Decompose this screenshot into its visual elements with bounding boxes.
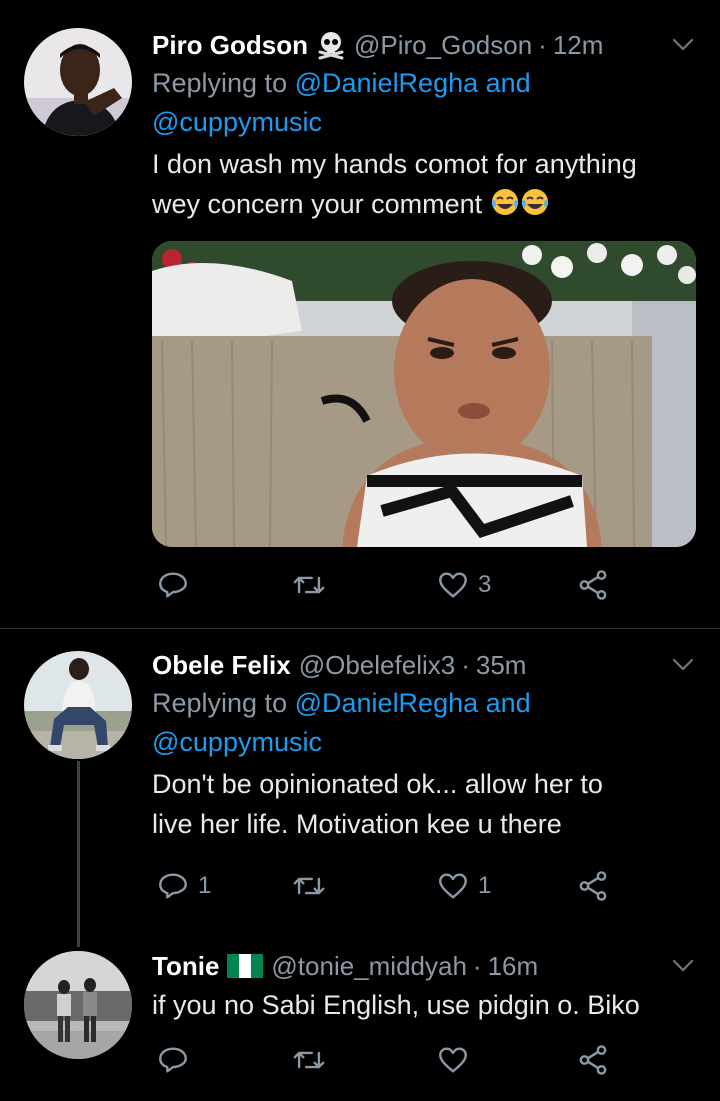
- retweet-icon: [293, 576, 325, 594]
- reply-icon: [159, 1047, 187, 1073]
- heart-icon: [439, 572, 467, 598]
- share-button[interactable]: [576, 1043, 610, 1077]
- reply-button[interactable]: [156, 568, 198, 602]
- tweet-obele-felix[interactable]: Obele Felix @Obelefelix3 · 35m Replying …: [0, 629, 720, 949]
- tweet-actions: [152, 1043, 622, 1079]
- share-icon: [579, 570, 607, 600]
- tweet-tonie[interactable]: Tonie @tonie_middyah · 16m if you no Sab…: [0, 949, 720, 1101]
- avatar[interactable]: [24, 951, 132, 1059]
- display-name[interactable]: Obele Felix: [152, 648, 291, 682]
- like-button[interactable]: 1: [436, 869, 491, 903]
- reply-mention-1[interactable]: @DanielRegha: [295, 68, 479, 98]
- heart-icon: [439, 1047, 467, 1073]
- nigeria-flag-icon: [227, 954, 264, 978]
- separator: ·: [472, 951, 482, 981]
- like-count: 3: [478, 571, 492, 598]
- reply-count: 1: [198, 872, 212, 899]
- reply-button[interactable]: 1: [156, 869, 211, 903]
- timestamp[interactable]: 16m: [488, 949, 539, 983]
- tweet-text: Don't be opinionated ok... allow her to …: [152, 764, 696, 844]
- display-name[interactable]: Tonie: [152, 949, 219, 983]
- tweet-piro-godson[interactable]: Piro Godson @Piro_Godson · 12m Replying …: [0, 0, 720, 628]
- chevron-down-icon[interactable]: [670, 32, 696, 58]
- reply-mention-1[interactable]: @DanielRegha: [295, 688, 479, 718]
- tweet-header: Obele Felix @Obelefelix3 · 35m: [152, 648, 696, 682]
- share-button[interactable]: [576, 869, 610, 903]
- retweet-button[interactable]: [292, 1043, 326, 1077]
- replying-to: Replying to @DanielRegha and @cuppymusic: [152, 64, 696, 142]
- thread-connector: [77, 761, 80, 947]
- tweet-text-line-2: wey concern your comment: [152, 184, 696, 224]
- tweet-text: if you no Sabi English, use pidgin o. Bi…: [152, 985, 696, 1025]
- reply-and[interactable]: and: [486, 68, 531, 98]
- reply-button[interactable]: [156, 1043, 190, 1077]
- tweet-photo[interactable]: [152, 241, 696, 547]
- tweet-text-line: I don wash my hands comot for anything: [152, 149, 637, 179]
- user-handle[interactable]: @Obelefelix3: [299, 648, 455, 682]
- user-handle[interactable]: @tonie_middyah: [271, 949, 467, 983]
- retweet-button[interactable]: [292, 869, 326, 903]
- tweet-text: I don wash my hands comot for anything w…: [152, 144, 696, 224]
- share-icon: [579, 871, 607, 901]
- reply-icon: [159, 572, 187, 598]
- retweet-button[interactable]: [292, 568, 326, 602]
- tweet-text-line: if you no Sabi English, use pidgin o. Bi…: [152, 990, 640, 1020]
- tweet-header: Tonie @tonie_middyah · 16m: [152, 949, 696, 983]
- like-count: 1: [478, 872, 492, 899]
- tweet-actions: 3: [152, 568, 622, 604]
- replying-to-label: Replying to: [152, 68, 288, 98]
- chevron-down-icon[interactable]: [670, 953, 696, 979]
- retweet-icon: [293, 1051, 325, 1069]
- reply-and[interactable]: and: [486, 688, 531, 718]
- tears-of-joy-emoji-icon-2: [521, 189, 548, 215]
- timestamp[interactable]: 12m: [553, 28, 604, 62]
- reply-mention-2[interactable]: @cuppymusic: [152, 107, 322, 137]
- like-button[interactable]: [436, 1043, 470, 1077]
- tweet-actions: 1 1: [152, 869, 622, 905]
- avatar[interactable]: [24, 651, 132, 759]
- tweet-text-line-2: live her life. Motivation kee u there: [152, 809, 562, 839]
- separator: ·: [461, 650, 470, 680]
- reply-icon: [159, 873, 187, 899]
- heart-icon: [439, 873, 467, 899]
- display-name[interactable]: Piro Godson: [152, 28, 308, 62]
- replying-to: Replying to @DanielRegha and @cuppymusic: [152, 684, 696, 762]
- chevron-down-icon[interactable]: [670, 652, 696, 678]
- avatar[interactable]: [24, 28, 132, 136]
- reply-mention-2[interactable]: @cuppymusic: [152, 727, 322, 757]
- user-handle[interactable]: @Piro_Godson: [354, 28, 532, 62]
- tweet-header: Piro Godson @Piro_Godson · 12m: [152, 28, 696, 62]
- share-icon: [579, 1045, 607, 1075]
- replying-to-label: Replying to: [152, 688, 288, 718]
- like-button[interactable]: 3: [436, 568, 491, 602]
- separator: ·: [538, 30, 547, 60]
- tears-of-joy-emoji-icon: [491, 189, 518, 215]
- timestamp[interactable]: 35m: [476, 648, 527, 682]
- skull-crossbones-icon: [316, 30, 346, 60]
- tweet-text-line: Don't be opinionated ok... allow her to: [152, 769, 603, 799]
- retweet-icon: [293, 877, 325, 895]
- share-button[interactable]: [576, 568, 610, 602]
